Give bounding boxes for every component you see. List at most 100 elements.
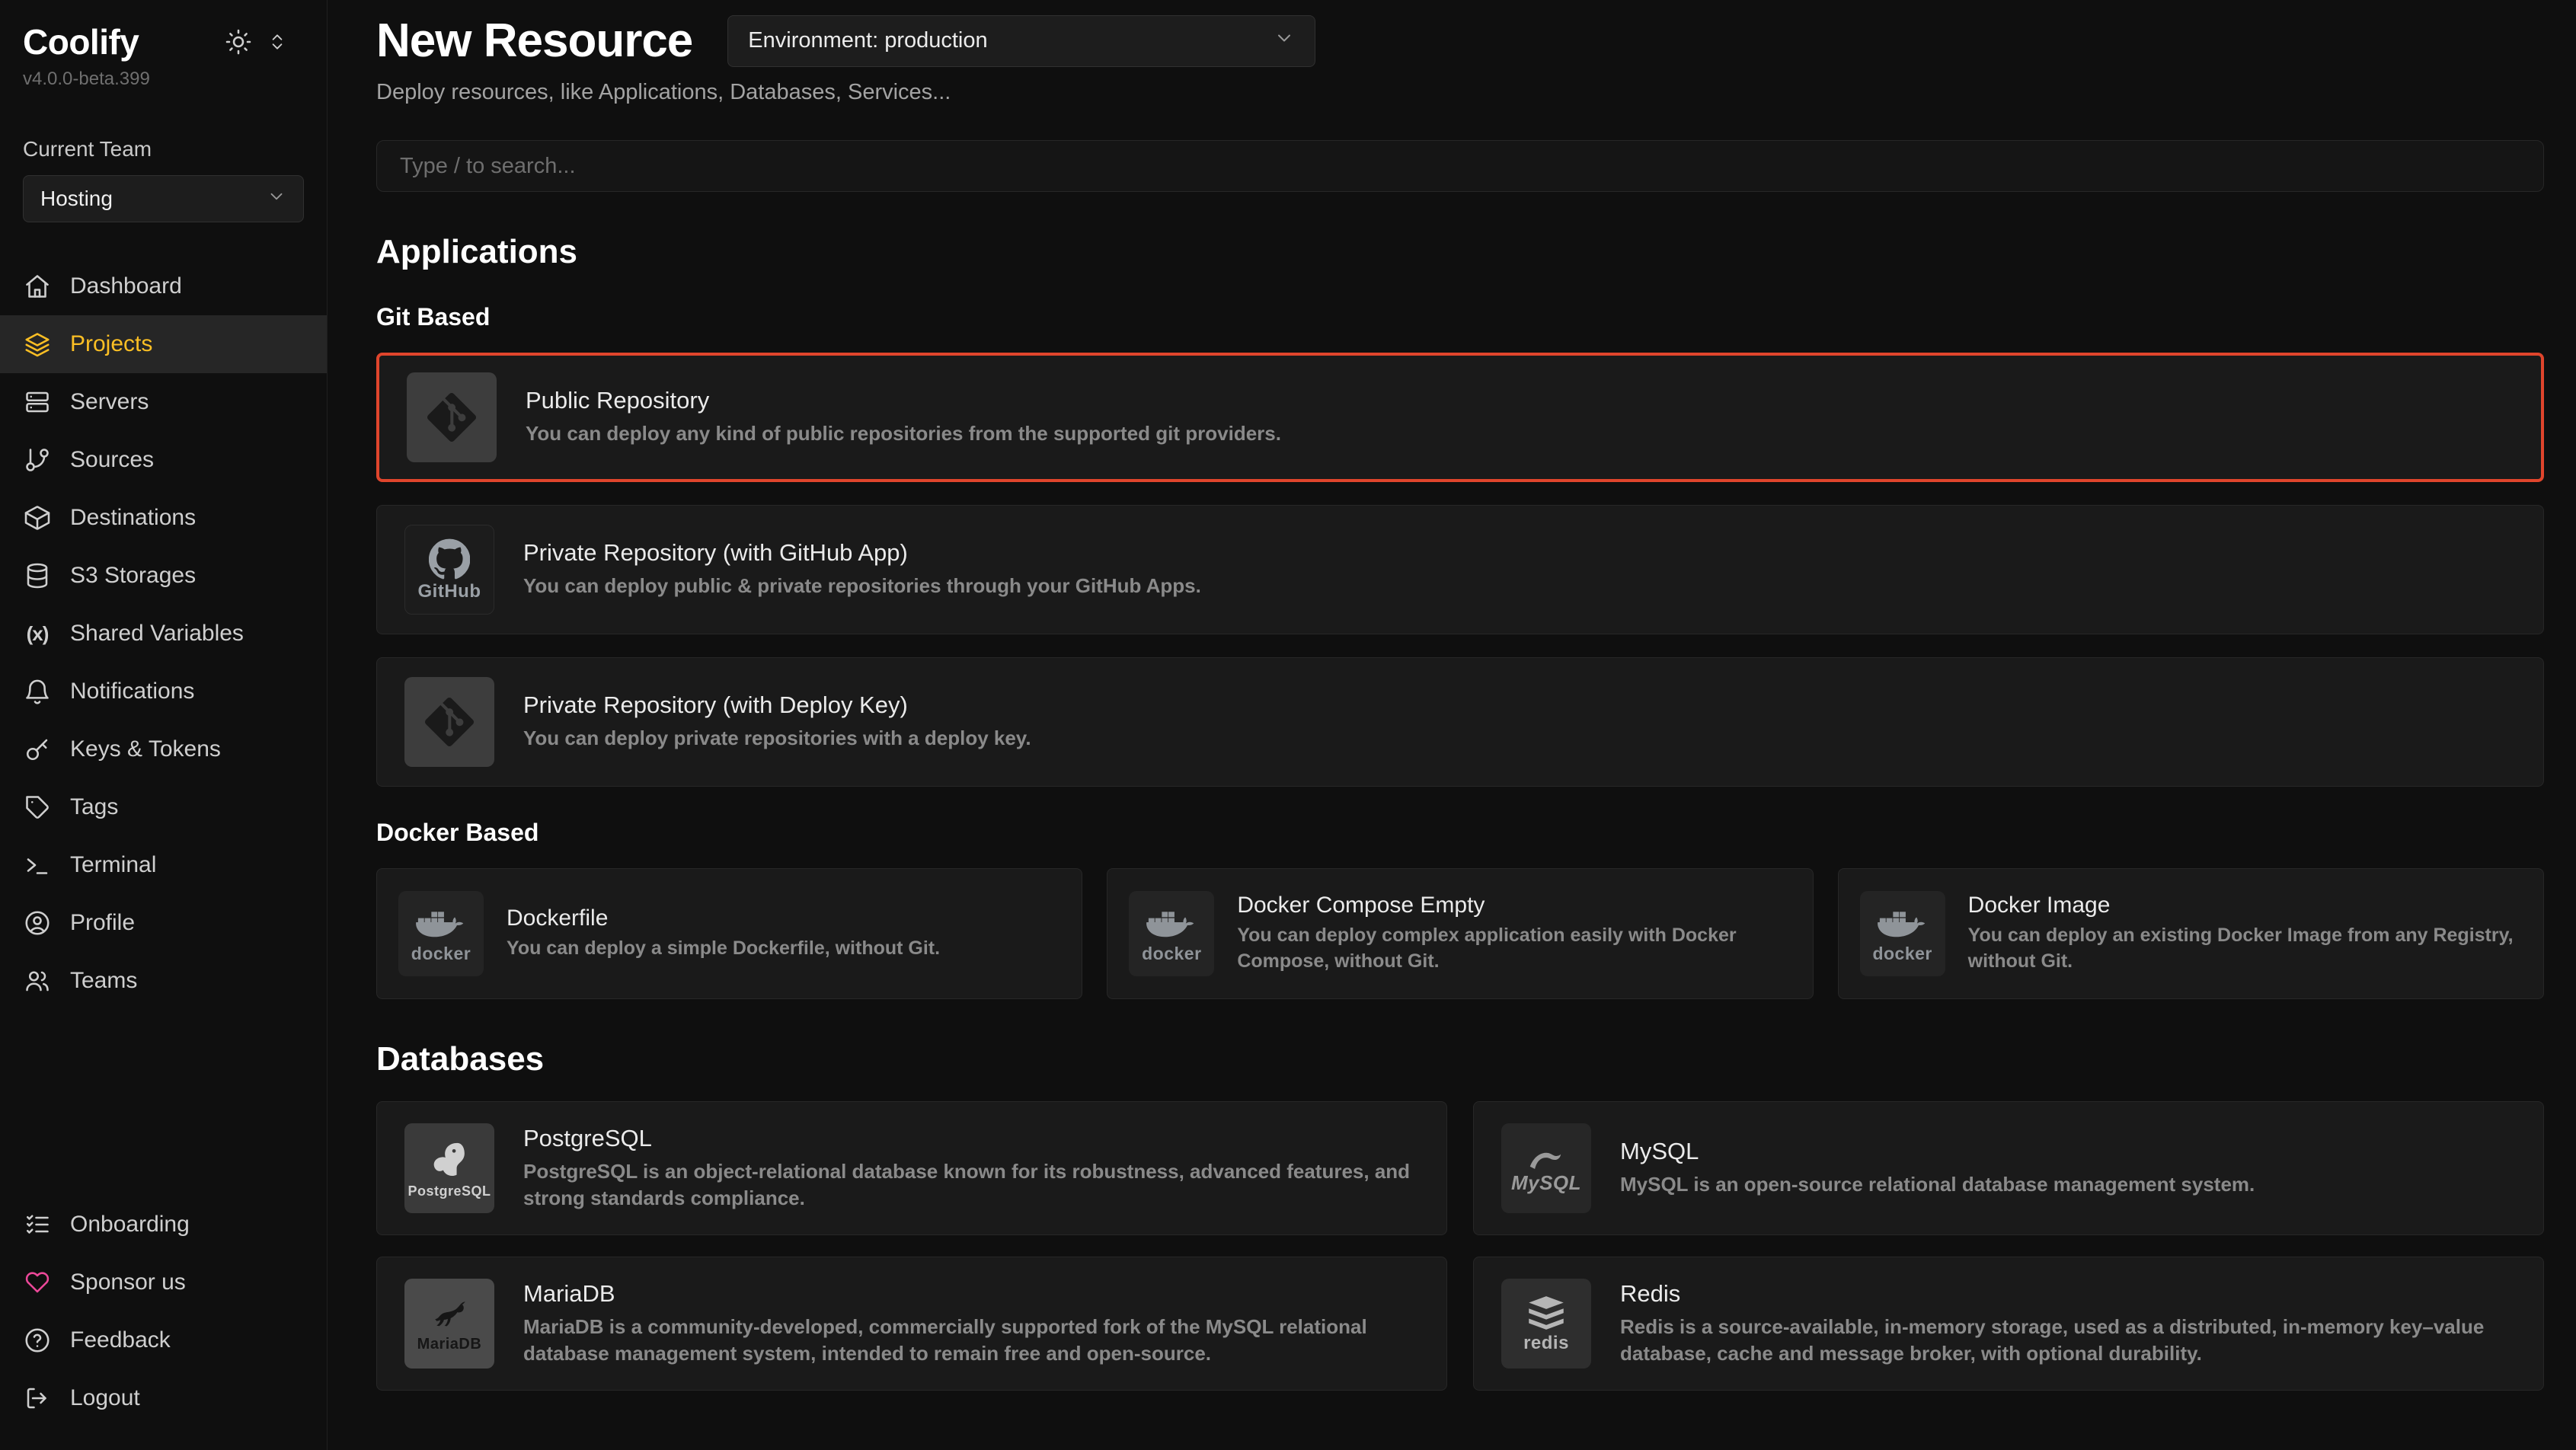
github-icon: GitHub bbox=[404, 525, 494, 615]
sidebar-item-label: Sponsor us bbox=[70, 1270, 186, 1295]
card-description: Redis is a source-available, in-memory s… bbox=[1620, 1314, 2516, 1367]
sidebar-nav: Dashboard Projects Servers Sources Desti… bbox=[0, 257, 327, 1010]
sidebar-item-terminal[interactable]: Terminal bbox=[0, 836, 327, 894]
card-description: You can deploy a simple Dockerfile, with… bbox=[507, 936, 940, 962]
sidebar-item-servers[interactable]: Servers bbox=[0, 373, 327, 431]
sidebar-item-label: Destinations bbox=[70, 505, 196, 531]
sidebar-item-profile[interactable]: Profile bbox=[0, 894, 327, 952]
help-circle-icon bbox=[23, 1326, 52, 1355]
resource-card-private-repository-deploy-key[interactable]: Private Repository (with Deploy Key) You… bbox=[376, 657, 2544, 787]
docker-based-cards: docker Dockerfile You can deploy a simpl… bbox=[376, 868, 2544, 999]
page-header: New Resource Environment: production bbox=[376, 14, 2544, 68]
theme-toggle-icon[interactable] bbox=[225, 28, 252, 56]
page-title: New Resource bbox=[376, 14, 692, 68]
resource-card-postgresql[interactable]: PostgreSQL PostgreSQL PostgreSQL is an o… bbox=[376, 1101, 1447, 1235]
redis-icon: redis bbox=[1501, 1279, 1591, 1369]
sidebar-item-label: Profile bbox=[70, 910, 135, 936]
chevron-down-icon bbox=[267, 187, 286, 212]
home-icon bbox=[23, 272, 52, 301]
sidebar-item-destinations[interactable]: Destinations bbox=[0, 489, 327, 547]
environment-select-value: Environment: production bbox=[748, 28, 987, 53]
variable-icon: (x) bbox=[23, 619, 52, 648]
sidebar-item-label: Keys & Tokens bbox=[70, 736, 221, 762]
database-cards: PostgreSQL PostgreSQL PostgreSQL is an o… bbox=[376, 1101, 2544, 1391]
search-input[interactable] bbox=[376, 140, 2544, 192]
sidebar-item-shared-variables[interactable]: (x) Shared Variables bbox=[0, 605, 327, 663]
postgresql-icon: PostgreSQL bbox=[404, 1123, 494, 1213]
sidebar-item-logout[interactable]: Logout bbox=[0, 1369, 327, 1427]
sidebar-item-label: Servers bbox=[70, 389, 149, 415]
docker-icon: docker bbox=[1129, 891, 1214, 976]
sidebar-item-label: Notifications bbox=[70, 679, 194, 704]
collapse-expand-icon[interactable] bbox=[267, 32, 287, 52]
card-title: PostgreSQL bbox=[523, 1125, 1419, 1152]
card-description: You can deploy any kind of public reposi… bbox=[526, 420, 1281, 447]
card-description: MariaDB is a community-developed, commer… bbox=[523, 1314, 1419, 1367]
card-title: Docker Compose Empty bbox=[1237, 893, 1791, 918]
mysql-logo-text: MySQL bbox=[1511, 1173, 1581, 1193]
resource-card-docker-compose-empty[interactable]: docker Docker Compose Empty You can depl… bbox=[1107, 868, 1813, 999]
card-title: Redis bbox=[1620, 1280, 2516, 1308]
redis-logo-text: redis bbox=[1523, 1334, 1569, 1353]
docker-logo-text: docker bbox=[411, 945, 471, 963]
app-version: v4.0.0-beta.399 bbox=[0, 69, 327, 90]
database-icon bbox=[23, 561, 52, 590]
container-icon bbox=[23, 503, 52, 532]
resource-card-dockerfile[interactable]: docker Dockerfile You can deploy a simpl… bbox=[376, 868, 1082, 999]
postgresql-logo-text: PostgreSQL bbox=[407, 1184, 491, 1198]
sidebar-item-dashboard[interactable]: Dashboard bbox=[0, 257, 327, 315]
card-title: Private Repository (with GitHub App) bbox=[523, 539, 1201, 567]
environment-select[interactable]: Environment: production bbox=[727, 15, 1315, 67]
sidebar-footer-nav: Onboarding Sponsor us Feedback Logout bbox=[0, 1196, 327, 1427]
sidebar-item-notifications[interactable]: Notifications bbox=[0, 663, 327, 720]
sidebar-item-tags[interactable]: Tags bbox=[0, 778, 327, 836]
coolify-app: Coolify v4.0.0-beta.399 Current Team Hos… bbox=[0, 0, 2576, 1450]
card-description: You can deploy an existing Docker Image … bbox=[1968, 923, 2522, 975]
docker-icon: docker bbox=[398, 891, 484, 976]
docker-logo-text: docker bbox=[1142, 945, 1201, 963]
sidebar-item-projects[interactable]: Projects bbox=[0, 315, 327, 373]
team-select-value: Hosting bbox=[40, 187, 113, 211]
card-description: You can deploy public & private reposito… bbox=[523, 573, 1201, 599]
sidebar-item-label: Projects bbox=[70, 331, 152, 357]
card-description: MySQL is an open-source relational datab… bbox=[1620, 1171, 2255, 1198]
sidebar-item-label: Feedback bbox=[70, 1327, 171, 1353]
sidebar-item-keys-tokens[interactable]: Keys & Tokens bbox=[0, 720, 327, 778]
git-icon bbox=[404, 677, 494, 767]
resource-card-docker-image[interactable]: docker Docker Image You can deploy an ex… bbox=[1838, 868, 2544, 999]
sidebar-item-label: Dashboard bbox=[70, 273, 182, 299]
sidebar-item-onboarding[interactable]: Onboarding bbox=[0, 1196, 327, 1254]
section-applications-title: Applications bbox=[376, 233, 2544, 271]
sidebar-item-label: Logout bbox=[70, 1385, 140, 1411]
layers-icon bbox=[23, 330, 52, 359]
key-icon bbox=[23, 735, 52, 764]
sidebar-item-sponsor-us[interactable]: Sponsor us bbox=[0, 1254, 327, 1311]
current-team-label: Current Team bbox=[23, 137, 304, 161]
docker-logo-text: docker bbox=[1872, 945, 1932, 963]
tag-icon bbox=[23, 793, 52, 822]
resource-card-redis[interactable]: redis Redis Redis is a source-available,… bbox=[1473, 1257, 2544, 1391]
resource-card-mariadb[interactable]: MariaDB MariaDB MariaDB is a community-d… bbox=[376, 1257, 1447, 1391]
resource-card-public-repository[interactable]: Public Repository You can deploy any kin… bbox=[376, 353, 2544, 482]
card-description: PostgreSQL is an object-relational datab… bbox=[523, 1158, 1419, 1212]
users-icon bbox=[23, 966, 52, 995]
team-select[interactable]: Hosting bbox=[23, 175, 304, 222]
chevron-down-icon bbox=[1274, 27, 1295, 55]
app-logo: Coolify bbox=[23, 21, 139, 62]
sidebar-item-feedback[interactable]: Feedback bbox=[0, 1311, 327, 1369]
mariadb-icon: MariaDB bbox=[404, 1279, 494, 1369]
sidebar-item-s3-storages[interactable]: S3 Storages bbox=[0, 547, 327, 605]
git-based-cards: Public Repository You can deploy any kin… bbox=[376, 353, 2544, 787]
subsection-git-based-title: Git Based bbox=[376, 303, 2544, 331]
logout-icon bbox=[23, 1384, 52, 1413]
main-content: New Resource Environment: production Dep… bbox=[328, 0, 2576, 1450]
sidebar-item-teams[interactable]: Teams bbox=[0, 952, 327, 1010]
sidebar-item-label: Sources bbox=[70, 447, 154, 473]
resource-card-mysql[interactable]: MySQL MySQL MySQL is an open-source rela… bbox=[1473, 1101, 2544, 1235]
sidebar-item-label: Tags bbox=[70, 794, 118, 820]
checklist-icon bbox=[23, 1210, 52, 1239]
git-branch-icon bbox=[23, 446, 52, 474]
resource-card-private-repository-github-app[interactable]: GitHub Private Repository (with GitHub A… bbox=[376, 505, 2544, 634]
page-subtitle: Deploy resources, like Applications, Dat… bbox=[376, 80, 2544, 105]
sidebar-item-sources[interactable]: Sources bbox=[0, 431, 327, 489]
